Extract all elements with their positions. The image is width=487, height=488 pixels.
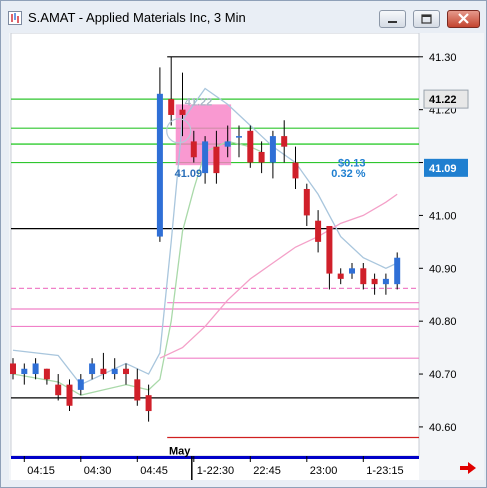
candle-body-12 xyxy=(145,395,152,412)
candle-body-3 xyxy=(43,368,50,380)
x-tick-label: 04:45 xyxy=(140,465,168,477)
candle-body-28 xyxy=(326,225,333,274)
candlestick-chart[interactable]: 41.3041.2041.1041.0040.9040.8040.7040.60… xyxy=(9,33,484,480)
y-tick-label: 40.90 xyxy=(429,263,457,275)
minimize-icon xyxy=(388,21,397,23)
candle-body-4 xyxy=(55,384,62,396)
candle-body-33 xyxy=(382,278,389,285)
close-icon xyxy=(458,13,469,24)
x-tick-label: 04:15 xyxy=(27,465,55,477)
candle-body-32 xyxy=(371,278,378,285)
y-tick-label: 41.00 xyxy=(429,210,457,222)
candle-body-16 xyxy=(190,141,197,158)
close-button[interactable] xyxy=(447,10,480,28)
candle-body-8 xyxy=(100,368,107,375)
chart-window: S.AMAT - Applied Materials Inc, 3 Min 41… xyxy=(0,0,487,488)
time-axis-bar xyxy=(11,456,419,459)
chart-app-icon xyxy=(8,11,22,25)
candle-body-24 xyxy=(281,136,288,147)
candle-body-25 xyxy=(292,162,299,179)
x-tick-label: 1-23:15 xyxy=(366,465,403,477)
candle-body-34 xyxy=(394,257,401,285)
candle-body-26 xyxy=(303,188,310,216)
candle-body-11 xyxy=(134,379,141,401)
candle-body-5 xyxy=(66,384,73,406)
y-tick-label: 40.70 xyxy=(429,369,457,381)
y-tick-label: 40.80 xyxy=(429,316,457,328)
candle-body-15 xyxy=(179,109,186,115)
window-title: S.AMAT - Applied Materials Inc, 3 Min xyxy=(28,10,246,25)
candle-body-10 xyxy=(123,368,129,375)
price-label: 41.09 xyxy=(429,163,457,175)
maximize-icon xyxy=(421,14,432,24)
price-label: 41.22 xyxy=(429,94,457,106)
candle-body-22 xyxy=(258,151,265,163)
overlay-label: May xyxy=(169,446,191,458)
candle-body-2 xyxy=(32,363,39,375)
candle-body-0 xyxy=(10,363,16,375)
y-tick-label: 40.60 xyxy=(429,422,457,434)
candle-body-9 xyxy=(111,368,118,375)
candle-body-29 xyxy=(337,273,344,279)
candle-body-20 xyxy=(236,136,242,138)
x-tick-label: 23:00 xyxy=(310,465,338,477)
candle-body-19 xyxy=(224,141,231,147)
overlay-label: 0.32 % xyxy=(331,168,365,180)
candle-body-14 xyxy=(168,99,175,115)
title-bar[interactable]: S.AMAT - Applied Materials Inc, 3 Min xyxy=(1,1,486,33)
overlay-label: 41.22 xyxy=(185,97,213,109)
maximize-button[interactable] xyxy=(413,10,440,28)
candle-body-21 xyxy=(247,130,254,163)
candle-body-18 xyxy=(213,146,220,174)
x-tick-label: 22:45 xyxy=(253,465,281,477)
candle-body-23 xyxy=(269,136,276,163)
x-tick-label: 1-22:30 xyxy=(197,465,234,477)
candle-body-31 xyxy=(360,268,367,285)
y-tick-label: 41.30 xyxy=(429,52,457,64)
candle-body-30 xyxy=(349,268,355,274)
minimize-button[interactable] xyxy=(379,10,406,28)
scroll-right-arrow-icon[interactable] xyxy=(459,461,477,475)
candle-body-17 xyxy=(202,141,209,174)
candle-body-13 xyxy=(156,93,163,237)
candle-body-6 xyxy=(77,379,84,390)
candle-body-27 xyxy=(315,220,322,242)
candle-body-1 xyxy=(21,368,28,375)
candle-body-7 xyxy=(89,363,96,375)
x-tick-label: 04:30 xyxy=(84,465,112,477)
overlay-label: 41.09 xyxy=(175,168,203,180)
